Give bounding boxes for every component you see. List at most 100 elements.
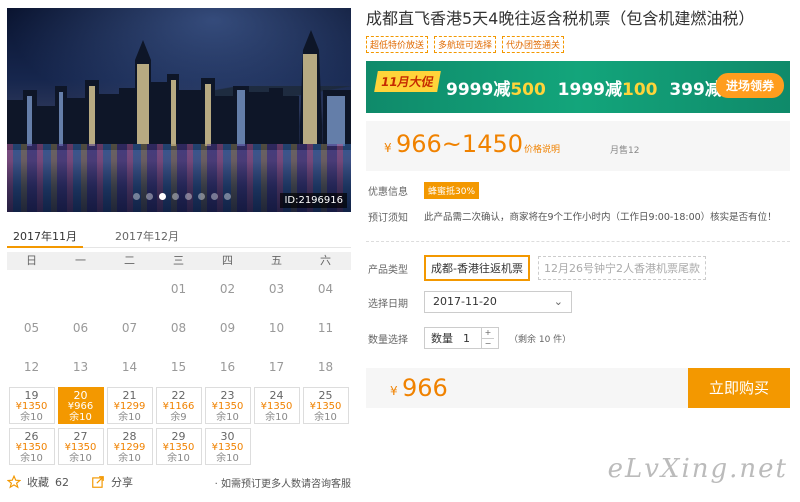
qty-value[interactable]: 1 (463, 332, 477, 345)
day-stock: 余10 (265, 412, 288, 423)
share-label: 分享 (111, 476, 133, 489)
increment-button[interactable]: + (482, 328, 494, 339)
star-icon (7, 475, 21, 489)
calendar-priced-day[interactable]: 21 ¥1299 余10 (106, 387, 153, 424)
calendar-priced-day[interactable]: 24 ¥1350 余10 (253, 387, 300, 424)
deal-threshold: 399减 (669, 80, 722, 100)
calendar-day: 15 (170, 360, 187, 374)
day-day: 26 (24, 430, 39, 443)
calendar-priced-day[interactable]: 19 ¥1350 余10 (8, 387, 55, 424)
day-price: ¥1350 (260, 401, 293, 412)
left-column: ID:2196916 2017年11月 2017年12月 日 一 二 三 四 五… (7, 8, 351, 491)
qty-inner-label: 数量 (431, 332, 453, 345)
calendar-day (105, 270, 154, 309)
tab-dec-2017[interactable]: 2017年12月 (109, 224, 185, 247)
calendar-priced-day[interactable]: 30 ¥1350 余10 (204, 428, 251, 465)
calendar-day (7, 270, 56, 309)
gallery-dot[interactable] (146, 193, 153, 200)
stepper-buttons: + − (481, 327, 494, 349)
day-day: 30 (220, 430, 235, 443)
hero-photo[interactable]: ID:2196916 (7, 8, 351, 212)
favorite-count: 62 (55, 475, 69, 489)
calendar-day: 03 (268, 282, 285, 296)
tab-nov-2017[interactable]: 2017年11月 (7, 224, 83, 248)
notice-label: 预订须知 (368, 212, 408, 224)
gallery-dot[interactable] (159, 193, 166, 200)
day-day: 27 (73, 430, 88, 443)
weekday-label: 四 (222, 254, 233, 267)
stock-remaining: （剩余 10 件） (509, 334, 572, 345)
weekday-label: 一 (75, 254, 86, 267)
share-button[interactable]: 分享 (91, 474, 133, 490)
final-currency: ¥ (390, 384, 398, 398)
action-footer: 收藏 62 分享 · 如需预订更多人数请咨询客服 (7, 473, 351, 491)
calendar-day: 17 (268, 360, 285, 374)
quantity-stepper[interactable]: 数量 1 + − (424, 327, 499, 349)
calendar-day: 01 (170, 282, 187, 296)
gallery-dot[interactable] (224, 193, 231, 200)
feature-tag: 多航班可选择 (434, 36, 497, 53)
calendar-priced-day[interactable]: 20 ¥966 余10 (57, 387, 104, 424)
favorite-label: 收藏 (27, 476, 49, 489)
weekday-label: 六 (320, 254, 331, 267)
day-price: ¥1166 (162, 401, 195, 412)
day-stock: 余10 (118, 412, 141, 423)
day-stock: 余10 (20, 412, 43, 423)
calendar-priced-day[interactable]: 27 ¥1350 余10 (57, 428, 104, 465)
day-stock: 余10 (167, 453, 190, 464)
day-price: ¥966 (67, 401, 94, 412)
type-option-roundtrip[interactable]: 成都-香港往返机票 (424, 255, 530, 281)
gallery-dot[interactable] (185, 193, 192, 200)
gallery-dot[interactable] (133, 193, 140, 200)
gallery-dot[interactable] (211, 193, 218, 200)
day-stock: 余10 (314, 412, 337, 423)
calendar-priced-day[interactable]: 28 ¥1299 余10 (106, 428, 153, 465)
calendar-priced-day[interactable]: 25 ¥1350 余10 (302, 387, 349, 424)
day-price: ¥1299 (113, 442, 146, 453)
date-select[interactable]: 2017-11-20 ⌄ (424, 291, 572, 313)
calendar-week: 12 13 14 15 16 17 18 (7, 348, 351, 387)
price-explain-link[interactable]: 价格说明 (524, 142, 560, 155)
gallery-dots[interactable] (133, 193, 231, 200)
day-price: ¥1350 (162, 442, 195, 453)
monthly-sales: 月售12 (610, 146, 640, 156)
price-box: ¥ 966~1450 价格说明 月售12 (366, 121, 790, 171)
calendar-priced-day[interactable]: 26 ¥1350 余10 (8, 428, 55, 465)
calendar-week: 19 ¥1350 余10 20 ¥966 余10 21 ¥1299 余10 22 ¥1166 余9 23… (7, 387, 351, 426)
promo-badge: 11月大促 (374, 71, 441, 92)
site-watermark: eLvXing.net (607, 454, 788, 484)
calendar-day: 12 (23, 360, 40, 374)
type-label: 产品类型 (368, 264, 408, 276)
buy-bar: ¥ 966 立即购买 (366, 368, 790, 408)
day-price: ¥1350 (211, 442, 244, 453)
calendar-day: 16 (219, 360, 236, 374)
promo-banner[interactable]: 11月大促 9999减500 1999减100 399减20 进场领券 (366, 61, 790, 113)
notice-text: 此产品需二次确认，商家将在9个工作小时内（工作日9:00-18:00）核实是否有… (424, 212, 777, 223)
gallery-dot[interactable] (172, 193, 179, 200)
gallery-dot[interactable] (198, 193, 205, 200)
product-title: 成都直飞香港5天4晚往返含税机票（包含机建燃油税） (366, 9, 755, 28)
deal-threshold: 1999减 (557, 80, 622, 100)
date-calendar: 日 一 二 三 四 五 六 01 02 03 04 05 06 07 08 09 10 11 12 13… (7, 252, 351, 467)
decrement-button[interactable]: − (482, 339, 494, 349)
day-day: 21 (122, 389, 137, 402)
day-price: ¥1350 (64, 442, 97, 453)
calendar-priced-day[interactable]: 29 ¥1350 余10 (155, 428, 202, 465)
consult-note: · 如需预订更多人数请咨询客服 (214, 478, 351, 490)
city-skyline (7, 30, 351, 150)
date-row: 选择日期 2017-11-20 ⌄ (366, 290, 790, 314)
favorite-button[interactable]: 收藏 62 (7, 474, 69, 490)
price-range: 966~1450 (396, 130, 523, 158)
share-icon (92, 476, 104, 488)
day-stock: 余10 (20, 453, 43, 464)
get-coupon-button[interactable]: 进场领券 (715, 73, 784, 98)
day-stock: 余10 (118, 453, 141, 464)
weekday-header: 日 一 二 三 四 五 六 (7, 252, 351, 270)
offer-tag: 蜂蜜抵30% (424, 181, 480, 199)
calendar-priced-day[interactable]: 22 ¥1166 余9 (155, 387, 202, 424)
weekday-label: 五 (271, 254, 282, 267)
buy-now-button[interactable]: 立即购买 (688, 368, 790, 408)
calendar-priced-day[interactable]: 23 ¥1350 余10 (204, 387, 251, 424)
type-option-balance[interactable]: 12月26号钟宁2人香港机票尾款 (537, 256, 706, 280)
day-stock: 余9 (170, 412, 187, 423)
